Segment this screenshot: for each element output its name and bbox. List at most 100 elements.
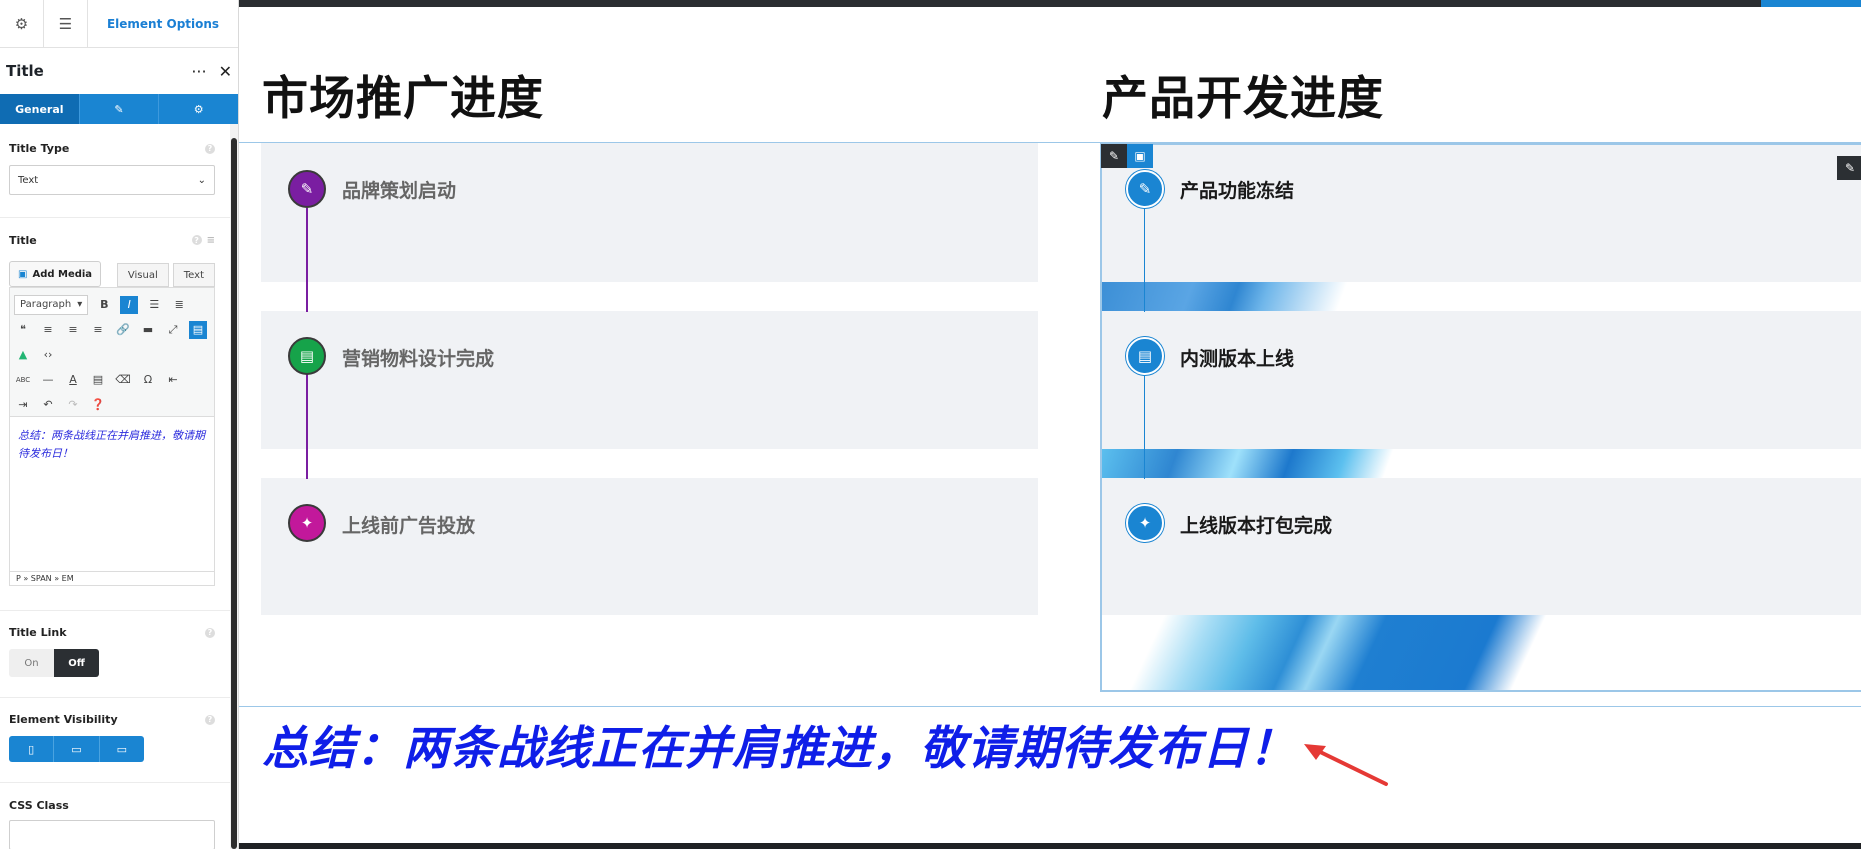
code-icon[interactable]: ‹› bbox=[39, 346, 57, 364]
settings-icon[interactable]: ▣ bbox=[1127, 144, 1153, 168]
tab-visual[interactable]: Visual bbox=[116, 263, 169, 287]
more-icon[interactable]: ··· bbox=[191, 62, 206, 81]
top-accent bbox=[1761, 0, 1861, 7]
css-class-field: CSS Class bbox=[9, 799, 215, 849]
hr-icon[interactable]: — bbox=[39, 371, 57, 389]
scrollbar-thumb[interactable] bbox=[231, 138, 237, 849]
title-label: Title bbox=[9, 234, 37, 247]
options-subtabs: General ✎ ⚙ bbox=[0, 94, 238, 124]
pencil-icon[interactable]: ✎ bbox=[1837, 156, 1861, 180]
timeline-connector bbox=[306, 374, 308, 479]
element-visibility-field: Element Visibility? ▯ ▭ ▭ bbox=[9, 713, 215, 762]
quote-icon[interactable]: ❝ bbox=[14, 321, 32, 339]
element-visibility-label: Element Visibility bbox=[9, 713, 118, 726]
gear-icon[interactable]: ⚙ bbox=[0, 0, 44, 48]
timeline-card bbox=[261, 478, 1038, 615]
tab-general[interactable]: General bbox=[0, 94, 80, 124]
indent-icon[interactable]: ⇥ bbox=[14, 396, 32, 414]
puzzle-icon: ✦ bbox=[288, 504, 326, 542]
gears-icon[interactable]: ⚙ bbox=[159, 94, 238, 124]
chevron-down-icon: ⌄ bbox=[197, 174, 206, 186]
text-color-icon[interactable]: A bbox=[64, 371, 82, 389]
sidebar-header: Title ··· ✕ bbox=[0, 48, 238, 94]
title-link-field: Title Link? On Off bbox=[9, 626, 215, 677]
document-icon: ▤ bbox=[288, 337, 326, 375]
row-border-bottom bbox=[239, 706, 1861, 707]
media-icon: ▣ bbox=[18, 268, 28, 280]
editor-path: P » SPAN » EM bbox=[9, 572, 215, 586]
help-icon[interactable]: ? bbox=[191, 235, 202, 245]
list-icon[interactable]: ≡ bbox=[207, 235, 215, 246]
toggle-on[interactable]: On bbox=[9, 649, 54, 677]
summary-title[interactable]: 总结：两条战线正在并肩推进，敬请期待发布日！ bbox=[262, 712, 1296, 778]
editor-content[interactable]: 总结：两条战线正在并肩推进，敬请期待发布日！ bbox=[9, 417, 215, 572]
timeline-card bbox=[261, 143, 1038, 282]
title-link-label: Title Link bbox=[9, 626, 67, 639]
align-right-icon[interactable]: ≡ bbox=[89, 321, 107, 339]
tab-element-options[interactable]: Element Options bbox=[88, 0, 238, 48]
divider bbox=[0, 217, 230, 218]
timeline-item-text: 上线前广告投放 bbox=[342, 515, 476, 537]
more-break-icon[interactable]: ▬ bbox=[139, 321, 157, 339]
paste-text-icon[interactable]: ▤ bbox=[89, 371, 107, 389]
strikethrough-icon[interactable]: ABC bbox=[14, 371, 32, 389]
help-icon[interactable]: ? bbox=[205, 143, 215, 154]
title-type-value: Text bbox=[18, 174, 39, 186]
help-icon[interactable]: ❓ bbox=[89, 396, 107, 414]
editor-toolbar: Paragraph ▾ B I ☰ ≣ ❝ ≡ ≡ ≡ 🔗 ▬ ⤢ ▤ ▲ ‹›… bbox=[9, 287, 215, 417]
close-icon[interactable]: ✕ bbox=[219, 62, 232, 81]
undo-icon[interactable]: ↶ bbox=[39, 396, 57, 414]
title-link-toggle[interactable]: On Off bbox=[9, 649, 99, 677]
caret-icon: ▾ bbox=[77, 299, 83, 310]
title-type-field: Title Type? Text ⌄ bbox=[9, 142, 215, 195]
toggle-off[interactable]: Off bbox=[54, 649, 99, 677]
add-media-button[interactable]: ▣ Add Media bbox=[9, 261, 102, 287]
timeline-connector bbox=[306, 208, 308, 312]
align-center-icon[interactable]: ≡ bbox=[64, 321, 82, 339]
bullet-list-icon[interactable]: ☰ bbox=[145, 296, 163, 314]
timeline-item-text: 营销物料设计完成 bbox=[342, 348, 495, 370]
annotation-arrow-icon bbox=[1304, 744, 1388, 786]
omega-icon[interactable]: Ω bbox=[139, 371, 157, 389]
visibility-buttons: ▯ ▭ ▭ bbox=[9, 736, 144, 762]
timeline-card bbox=[261, 311, 1038, 449]
pencil-icon[interactable]: ✎ bbox=[1101, 144, 1127, 168]
column-controls: ✎ bbox=[1837, 156, 1861, 180]
brush-icon[interactable]: ✎ bbox=[80, 94, 160, 124]
bottom-bar bbox=[239, 843, 1861, 849]
italic-icon[interactable]: I bbox=[120, 295, 139, 314]
help-icon[interactable]: ? bbox=[205, 627, 215, 638]
title-type-select[interactable]: Text ⌄ bbox=[9, 165, 215, 195]
brush-icon: ✎ bbox=[288, 170, 326, 208]
top-toolbar bbox=[239, 0, 1861, 7]
title-editor: ▣ Add Media Visual Text Paragraph ▾ B I ☰ … bbox=[9, 259, 215, 589]
numbered-list-icon[interactable]: ≣ bbox=[170, 296, 188, 314]
tablet-icon[interactable]: ▭ bbox=[54, 736, 100, 762]
css-class-label: CSS Class bbox=[9, 799, 69, 812]
divider bbox=[0, 610, 230, 611]
logo-icon[interactable]: ▲ bbox=[14, 346, 32, 364]
desktop-icon[interactable]: ▭ bbox=[100, 736, 144, 762]
sidebar-scrollbar[interactable] bbox=[230, 124, 238, 849]
align-left-icon[interactable]: ≡ bbox=[39, 321, 57, 339]
selected-element-outline bbox=[1100, 143, 1861, 692]
toolbar-toggle-icon[interactable]: ▤ bbox=[189, 320, 207, 339]
redo-icon[interactable]: ↷ bbox=[64, 396, 82, 414]
title-type-label: Title Type bbox=[9, 142, 70, 155]
help-icon[interactable]: ? bbox=[205, 714, 215, 725]
fullscreen-icon[interactable]: ⤢ bbox=[164, 321, 182, 339]
panel-title: Title bbox=[6, 62, 44, 80]
link-icon[interactable]: 🔗 bbox=[114, 321, 132, 339]
options-sidebar: ⚙ ☰ Element Options Title ··· ✕ General … bbox=[0, 0, 239, 849]
css-class-input[interactable] bbox=[9, 820, 215, 849]
tab-text[interactable]: Text bbox=[172, 263, 215, 287]
format-select[interactable]: Paragraph ▾ bbox=[14, 294, 89, 315]
element-controls: ✎ ▣ bbox=[1101, 144, 1153, 168]
left-heading: 市场推广进度 bbox=[262, 71, 544, 125]
outdent-icon[interactable]: ⇤ bbox=[164, 371, 182, 389]
bold-icon[interactable]: B bbox=[95, 296, 113, 314]
clear-format-icon[interactable]: ⌫ bbox=[114, 371, 132, 389]
title-field: Title? ≡ bbox=[9, 234, 215, 247]
sliders-icon[interactable]: ☰ bbox=[44, 0, 88, 48]
phone-icon[interactable]: ▯ bbox=[9, 736, 55, 762]
